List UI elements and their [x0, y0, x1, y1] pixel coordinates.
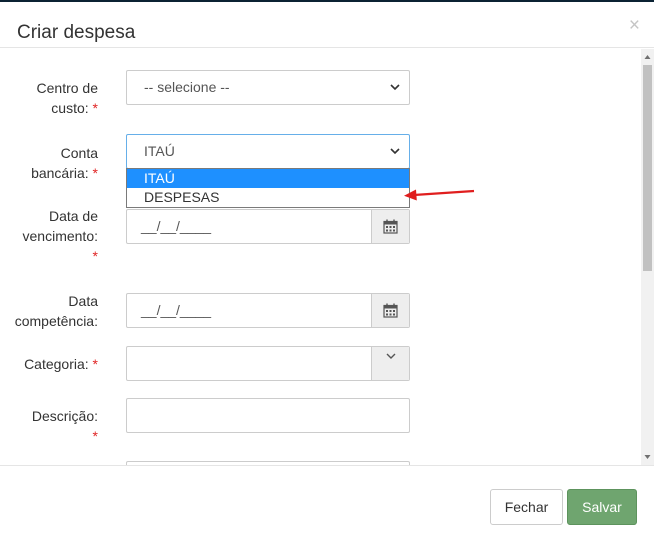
modal-header: Criar despesa ×	[0, 2, 654, 48]
data-vencimento-placeholder: __/__/____	[141, 218, 212, 234]
calendar-icon	[383, 219, 398, 234]
required-mark: *	[92, 356, 98, 372]
scrollbar-thumb[interactable]	[643, 65, 652, 271]
required-mark: *	[92, 165, 98, 181]
chevron-down-icon	[390, 84, 400, 91]
required-mark: *	[92, 428, 98, 444]
data-vencimento-input[interactable]: __/__/____	[126, 209, 410, 244]
centro-custo-value: -- selecione --	[144, 79, 230, 95]
option-itau[interactable]: ITAÚ	[127, 169, 409, 188]
save-button[interactable]: Salvar	[567, 489, 637, 525]
calendar-button[interactable]	[371, 210, 409, 243]
categoria-toggle[interactable]	[371, 347, 409, 380]
conta-bancaria-value: ITAÚ	[144, 143, 175, 159]
descricao-input[interactable]	[126, 398, 410, 433]
data-competencia-placeholder: __/__/____	[141, 302, 212, 318]
chevron-down-icon	[386, 353, 396, 359]
modal-body: Centro de custo: * -- selecione -- Conta…	[0, 49, 654, 465]
categoria-label: Categoria: *	[24, 356, 98, 372]
modal-footer: Fechar Salvar	[0, 465, 654, 542]
centro-custo-label: Centro de custo: *	[36, 80, 98, 116]
red-arrow-annotation	[404, 189, 475, 201]
scrollbar[interactable]	[641, 49, 654, 465]
calendar-icon	[383, 303, 398, 318]
data-vencimento-label: Data de vencimento: *	[22, 208, 98, 264]
required-mark: *	[92, 248, 98, 264]
conta-bancaria-select[interactable]: ITAÚ	[126, 134, 410, 169]
modal-title: Criar despesa	[17, 22, 136, 43]
required-mark: *	[92, 100, 98, 116]
option-despesas[interactable]: DESPESAS	[127, 188, 409, 207]
descricao-label: Descrição: *	[31, 408, 98, 444]
scroll-up-icon[interactable]	[643, 52, 652, 62]
data-competencia-label: Data competência:	[14, 293, 98, 329]
conta-bancaria-dropdown: ITAÚ DESPESAS	[126, 168, 410, 208]
calendar-button[interactable]	[371, 294, 409, 327]
conta-bancaria-label: Conta bancária: *	[31, 145, 98, 181]
chevron-down-icon	[390, 148, 400, 155]
close-icon[interactable]: ×	[629, 16, 640, 35]
centro-custo-select[interactable]: -- selecione --	[126, 70, 410, 105]
close-button[interactable]: Fechar	[490, 489, 563, 525]
scroll-down-icon[interactable]	[643, 452, 652, 462]
data-competencia-input[interactable]: __/__/____	[126, 293, 410, 328]
categoria-select[interactable]	[126, 346, 410, 381]
